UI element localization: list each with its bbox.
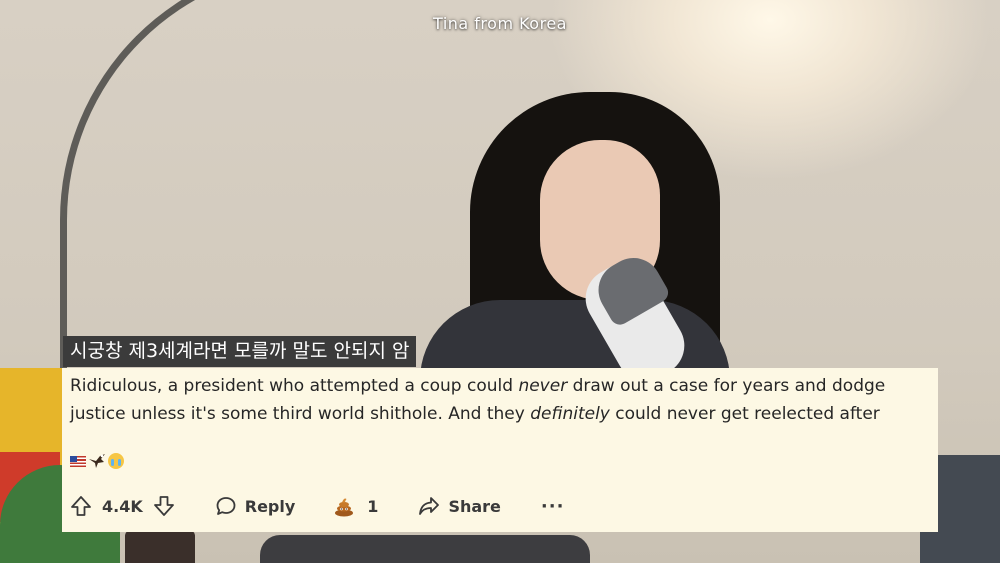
share-arrow-icon (418, 495, 440, 517)
korean-subtitle: 시궁창 제3세계라면 모를까 말도 안되지 암 (63, 336, 417, 367)
text-segment: draw out a case for years and dodge (567, 376, 886, 396)
italic-emphasis: definitely (530, 404, 610, 424)
share-label: Share (448, 496, 501, 516)
emoji-row (70, 450, 124, 472)
award-button[interactable]: 1 (333, 495, 378, 517)
sweater-sleeve (260, 535, 590, 563)
reply-button[interactable]: Reply (215, 495, 296, 517)
drink-cup (125, 530, 195, 563)
eagle-emoji (88, 453, 106, 469)
award-count: 1 (367, 496, 379, 516)
reddit-comment-card: Ridiculous, a president who attempted a … (62, 368, 938, 532)
comment-line-1: Ridiculous, a president who attempted a … (70, 372, 930, 400)
text-segment: justice unless it's some third world shi… (70, 404, 531, 424)
speech-bubble-icon (215, 495, 237, 517)
reply-label: Reply (244, 496, 296, 516)
vote-group: 4.4K (70, 495, 175, 517)
upvote-arrow-icon[interactable] (70, 495, 92, 517)
us-flag-emoji (70, 455, 86, 467)
share-button[interactable]: Share (418, 495, 501, 517)
loudly-crying-face-emoji (108, 453, 124, 469)
channel-watermark: Tina from Korea (433, 14, 567, 33)
text-segment: could never get reelected after (609, 404, 880, 424)
text-segment: Ridiculous, a president who attempted a … (70, 376, 519, 396)
italic-emphasis: never (518, 376, 568, 396)
comment-body: Ridiculous, a president who attempted a … (70, 372, 930, 428)
poop-award-icon (333, 495, 355, 517)
more-options-button[interactable]: ··· (541, 496, 565, 517)
downvote-arrow-icon[interactable] (153, 495, 175, 517)
comment-action-bar: 4.4K Reply 1 Share ··· (70, 490, 564, 522)
comment-line-2: justice unless it's some third world shi… (70, 400, 930, 428)
vote-count: 4.4K (102, 496, 143, 516)
